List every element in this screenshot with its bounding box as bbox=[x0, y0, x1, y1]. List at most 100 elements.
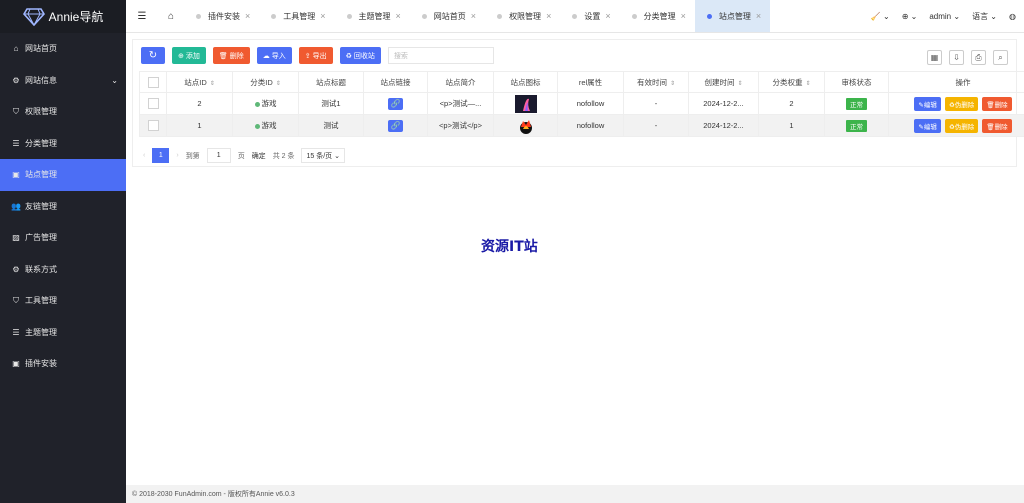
column-header: 站点简介 bbox=[427, 71, 494, 93]
tab-home[interactable]: 网站首页 × bbox=[410, 0, 485, 32]
import-button[interactable]: ☁ 导入 bbox=[256, 47, 292, 64]
tab-tools[interactable]: 工具管理 × bbox=[259, 0, 334, 32]
row-checkbox[interactable] bbox=[147, 120, 159, 131]
link-icon[interactable]: 🔗 bbox=[388, 97, 403, 110]
close-icon[interactable]: × bbox=[756, 11, 761, 21]
prev-page-icon[interactable]: ‹ bbox=[143, 152, 145, 159]
table-row[interactable]: 1 游戏 测试 🔗 <p>测试</p> nofollow - 2024-12-2… bbox=[139, 114, 1024, 137]
tab-dot bbox=[572, 13, 578, 19]
edit-label: 编辑 bbox=[923, 123, 937, 131]
trash-icon: 🗑 bbox=[218, 52, 228, 60]
tab-dot bbox=[196, 13, 201, 19]
sidebar-item-label: 友链管理 bbox=[25, 201, 57, 211]
sidebar-item-categories[interactable]: ☰ 分类管理 bbox=[0, 128, 126, 160]
sidebar-item-sites[interactable]: ▣ 站点管理 bbox=[0, 159, 126, 191]
sidebar-item-home[interactable]: ⌂ 网站首页 bbox=[0, 33, 126, 65]
cell-rel: nofollow bbox=[557, 92, 624, 115]
site-icon-thumbnail[interactable] bbox=[514, 94, 537, 113]
column-header[interactable]: 创建时间 ⇕ bbox=[688, 71, 759, 93]
globe-icon[interactable]: ⊕ ⌄ bbox=[902, 12, 918, 21]
sort-icon[interactable]: ⇕ bbox=[670, 81, 675, 87]
column-header[interactable]: 分类权重 ⇕ bbox=[758, 71, 825, 93]
menu-toggle-icon[interactable]: ☰ bbox=[126, 0, 158, 32]
header-label: rel属性 bbox=[578, 77, 603, 87]
sort-icon[interactable]: ⇕ bbox=[210, 81, 215, 87]
close-icon[interactable]: × bbox=[396, 11, 401, 21]
export-table-icon[interactable]: ⇩ bbox=[949, 50, 964, 65]
close-icon[interactable]: × bbox=[471, 11, 476, 21]
select-all-checkbox[interactable] bbox=[147, 76, 159, 88]
row-checkbox[interactable] bbox=[147, 98, 159, 109]
tab-plugins[interactable]: 插件安装 × bbox=[184, 0, 259, 32]
print-icon[interactable]: ⎙ bbox=[971, 50, 986, 65]
edit-button[interactable]: ✎编辑 bbox=[914, 96, 941, 111]
logo[interactable]: Annie导航 bbox=[0, 0, 126, 33]
link-icon[interactable]: 🔗 bbox=[388, 119, 403, 132]
header-label: 有效时间 bbox=[636, 77, 667, 87]
sidebar-item-plugins[interactable]: ▣ 插件安装 bbox=[0, 348, 126, 380]
gear-icon: ⚙ bbox=[12, 75, 20, 85]
theme-icon[interactable]: ◍ bbox=[1009, 12, 1016, 21]
table-row[interactable]: 2 游戏 测试1 🔗 <p>测试—... nofollow - 2024-12-… bbox=[139, 92, 1024, 115]
clear-cache-icon[interactable]: 🧹 ⌄ bbox=[871, 12, 890, 21]
column-header[interactable]: 站点ID ⇕ bbox=[166, 71, 233, 93]
edit-button[interactable]: ✎编辑 bbox=[914, 118, 941, 133]
column-header[interactable]: 有效时间 ⇕ bbox=[623, 71, 689, 93]
sort-icon[interactable]: ⇕ bbox=[276, 81, 281, 87]
cell-rel: nofollow bbox=[557, 114, 624, 137]
site-icon-thumbnail[interactable] bbox=[515, 117, 537, 135]
sidebar-item-permissions[interactable]: ⛉ 权限管理 bbox=[0, 96, 126, 128]
tab-sites[interactable]: 站点管理 × bbox=[694, 0, 771, 32]
sidebar-item-ads[interactable]: ▨ 广告管理 bbox=[0, 222, 126, 254]
sidebar-item-friend-links[interactable]: 👥 友链管理 bbox=[0, 191, 126, 223]
cell-title: 测试 bbox=[298, 114, 364, 137]
sidebar-item-tools[interactable]: ⛉ 工具管理 bbox=[0, 285, 126, 317]
soft-delete-button[interactable]: ♻伪删除 bbox=[944, 96, 979, 111]
user-menu[interactable]: admin ⌄ bbox=[929, 12, 960, 21]
column-header[interactable]: 分类ID ⇕ bbox=[232, 71, 299, 93]
tab-categories[interactable]: 分类管理 × bbox=[620, 0, 695, 32]
sidebar-item-site-info[interactable]: ⚙ 网站信息 ⌄ bbox=[0, 65, 126, 97]
close-icon[interactable]: × bbox=[245, 11, 250, 21]
row-delete-button[interactable]: 🗑删除 bbox=[982, 118, 1012, 133]
tab-settings[interactable]: 设置 × bbox=[560, 0, 619, 32]
cell-intro: <p>测试—... bbox=[427, 92, 494, 115]
search-input[interactable]: 搜索 bbox=[387, 47, 494, 64]
soft-delete-button[interactable]: ♻伪删除 bbox=[944, 118, 979, 133]
delete-button[interactable]: 🗑 删除 bbox=[212, 47, 250, 64]
status-badge: 正常 bbox=[846, 97, 867, 110]
close-icon[interactable]: × bbox=[681, 11, 686, 21]
row-delete-button[interactable]: 🗑删除 bbox=[982, 96, 1012, 111]
cell-category: 游戏 bbox=[232, 114, 299, 137]
close-icon[interactable]: × bbox=[546, 11, 551, 21]
sidebar-item-contact[interactable]: ⚙ 联系方式 bbox=[0, 254, 126, 286]
export-label: 导出 bbox=[312, 52, 327, 60]
refresh-button[interactable]: ↻ bbox=[141, 47, 165, 64]
next-page-icon[interactable]: › bbox=[176, 152, 178, 159]
sidebar-item-themes[interactable]: ☰ 主题管理 bbox=[0, 317, 126, 349]
per-page-value: 15 条/页 bbox=[306, 152, 333, 160]
close-icon[interactable]: × bbox=[605, 11, 610, 21]
export-icon: ⇪ bbox=[304, 52, 311, 60]
recycle-bin-button[interactable]: ♻ 回收站 bbox=[339, 47, 381, 64]
home-tab-icon[interactable]: ⌂ bbox=[158, 0, 184, 32]
cell-weight: 2 bbox=[758, 92, 825, 115]
tab-themes[interactable]: 主题管理 × bbox=[335, 0, 410, 32]
search-icon[interactable]: ⌕ bbox=[993, 50, 1008, 65]
page-number-input[interactable]: 1 bbox=[206, 148, 231, 163]
confirm-page-button[interactable]: 确定 bbox=[252, 151, 266, 161]
cell-link: 🔗 bbox=[363, 92, 428, 115]
columns-icon[interactable]: ▦ bbox=[927, 50, 942, 65]
sort-icon[interactable]: ⇕ bbox=[805, 81, 810, 87]
page-current[interactable]: 1 bbox=[152, 148, 170, 163]
header-label: 分类ID bbox=[250, 77, 273, 87]
sort-icon[interactable]: ⇕ bbox=[737, 81, 742, 87]
tab-dot bbox=[421, 13, 427, 19]
per-page-select[interactable]: 15 条/页 ⌄ bbox=[301, 148, 345, 163]
add-button[interactable]: ⊕ 添加 bbox=[172, 47, 206, 64]
header-label: 分类权重 bbox=[772, 77, 803, 87]
tab-permissions[interactable]: 权限管理 × bbox=[485, 0, 560, 32]
language-menu[interactable]: 语言 ⌄ bbox=[972, 11, 997, 22]
close-icon[interactable]: × bbox=[320, 11, 325, 21]
export-button[interactable]: ⇪ 导出 bbox=[298, 47, 333, 64]
